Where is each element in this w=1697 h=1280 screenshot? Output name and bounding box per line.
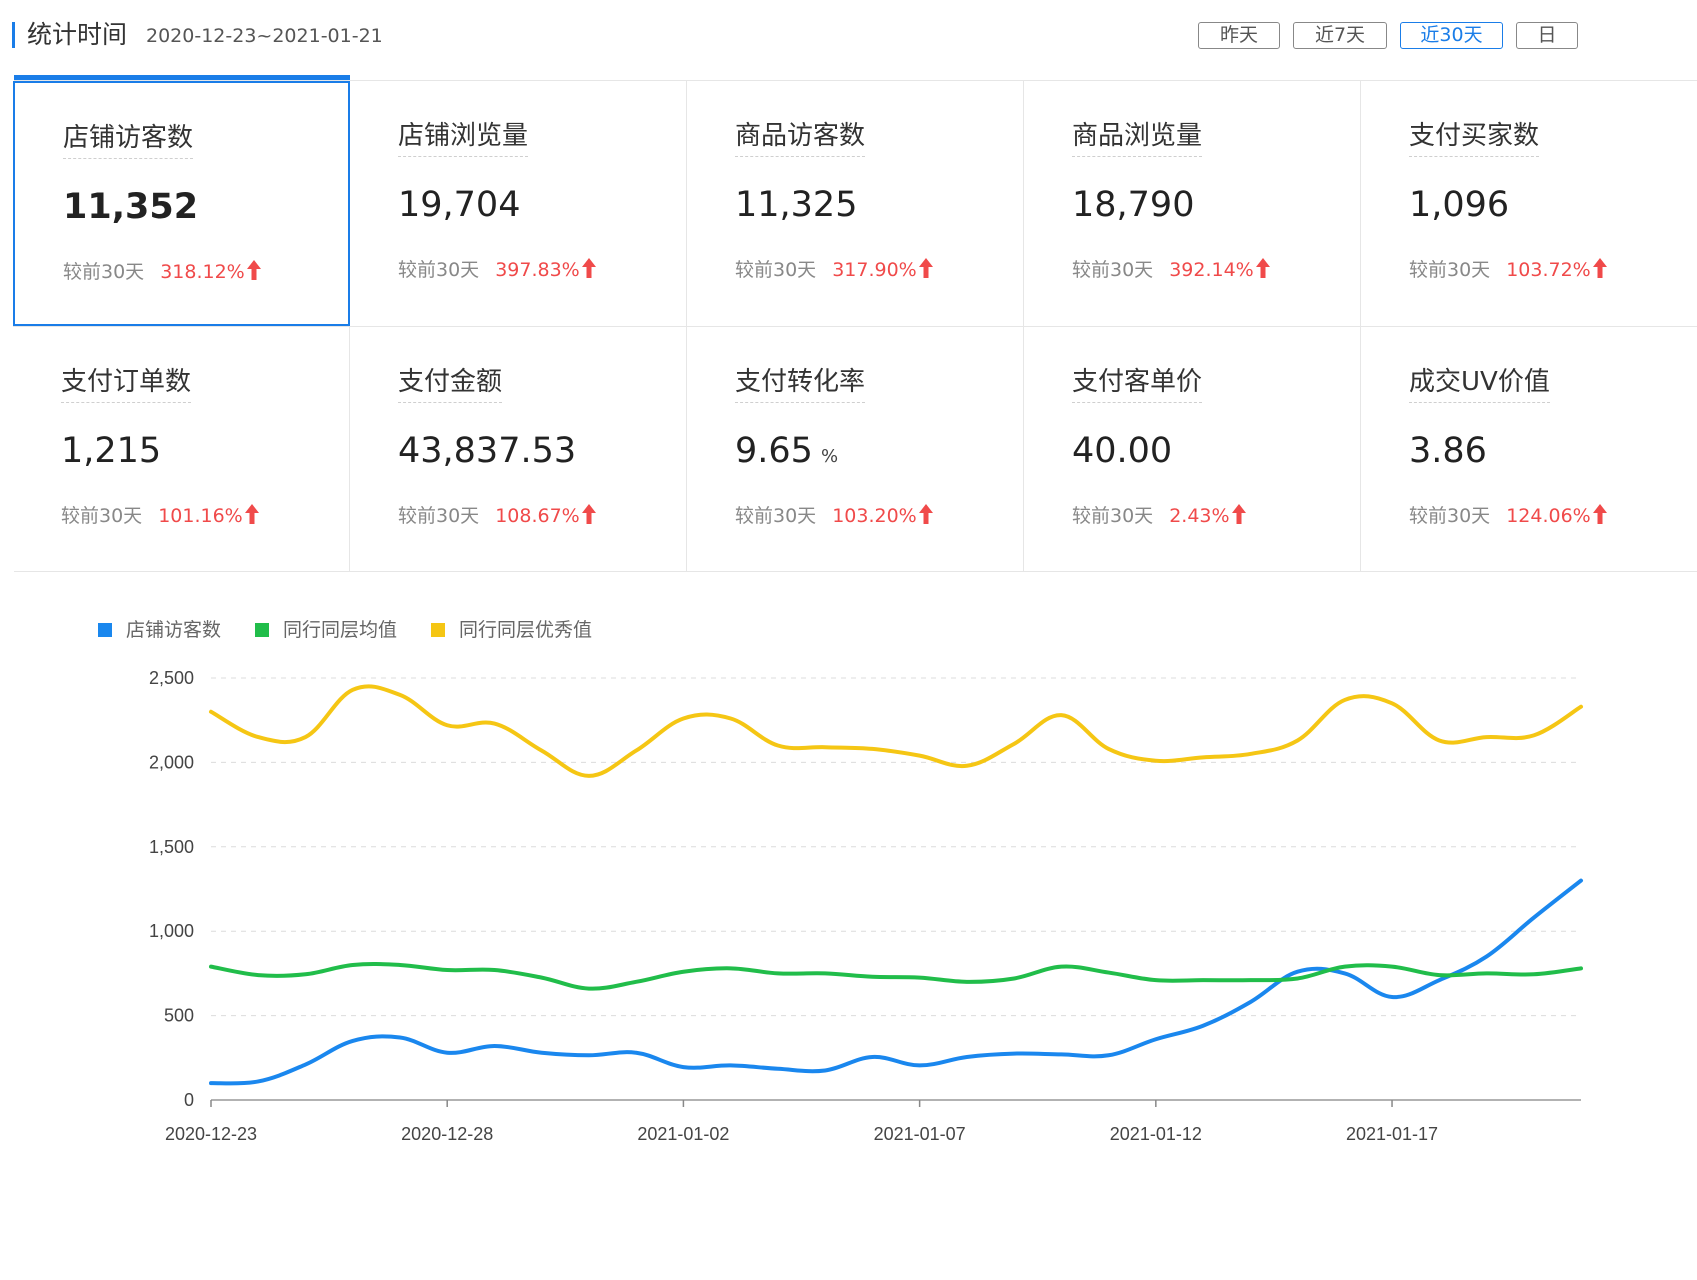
metrics-grid: 店铺访客数 11,352 较前30天 318.12% 店铺浏览量 19,704 较… [13,80,1697,572]
y-tick-label: 1,000 [149,921,194,941]
metric-compare: 较前30天 392.14% [1072,257,1270,283]
metric-card-product-pageviews[interactable]: 商品浏览量 18,790 较前30天 392.14% [1024,81,1361,326]
range-button-30days[interactable]: 近30天 [1400,22,1503,49]
y-tick-label: 2,000 [149,752,194,772]
arrow-up-icon [1592,504,1607,524]
metric-compare: 较前30天 103.72% [1409,257,1607,283]
metric-card-store-pageviews[interactable]: 店铺浏览量 19,704 较前30天 397.83% [350,81,687,326]
metric-label: 店铺浏览量 [398,119,529,157]
metric-compare: 较前30天 101.16% [61,503,259,529]
series-line-store-visitors [209,878,1583,1086]
arrow-up-icon [244,504,259,524]
trend-chart-panel: 店铺访客数 同行同层均值 同行同层优秀值 0 500 1,000 1,500 2,000… [14,572,1697,1280]
metric-value: 11,352 [63,187,199,227]
metric-value: 19,704 [398,185,521,225]
x-tick-label: 2020-12-23 [165,1124,257,1144]
x-tick-label: 2021-01-12 [1110,1124,1202,1144]
line-chart: 0 500 1,000 1,500 2,000 2,500 2020-12-23 2020-1… [149,668,1583,1144]
metric-card-avg-order-value[interactable]: 支付客单价 40.00 较前30天 2.43% [1024,326,1361,571]
metric-value: 3.86 [1409,431,1487,471]
metric-compare: 较前30天 397.83% [398,257,596,283]
metric-card-store-visitors[interactable]: 店铺访客数 11,352 较前30天 318.12% [13,81,350,326]
arrow-up-icon [918,504,933,524]
x-tick-label: 2020-12-28 [401,1124,493,1144]
x-tick-label: 2021-01-02 [637,1124,729,1144]
metric-compare: 较前30天 103.20% [735,503,933,529]
arrow-up-icon [1592,258,1607,278]
metric-label: 成交UV价值 [1409,365,1550,403]
metric-compare: 较前30天 318.12% [63,259,261,285]
metric-value: 43,837.53 [398,431,577,471]
stats-time-title: 统计时间 [27,20,128,49]
arrow-up-icon [1255,258,1270,278]
metric-value: 1,215 [61,431,162,471]
metric-card-uv-value[interactable]: 成交UV价值 3.86 较前30天 124.06% [1361,326,1697,571]
arrow-up-icon [918,258,933,278]
header-accent-bar [12,22,15,48]
metric-label: 支付买家数 [1409,119,1540,157]
x-tick-label: 2021-01-07 [874,1124,966,1144]
metric-card-payment-amount[interactable]: 支付金额 43,837.53 较前30天 108.67% [350,326,687,571]
arrow-up-icon [1231,504,1246,524]
date-range-text: 2020-12-23~2021-01-21 [146,25,383,47]
metric-compare: 较前30天 108.67% [398,503,596,529]
y-tick-label: 1,500 [149,837,194,857]
arrow-up-icon [581,504,596,524]
y-tick-label: 500 [164,1006,194,1026]
metric-label: 店铺访客数 [63,121,194,159]
metric-label: 支付转化率 [735,365,866,403]
metric-value: 9.65% [735,431,839,471]
metric-label: 商品访客数 [735,119,866,157]
metric-label: 支付金额 [398,365,503,403]
range-button-day[interactable]: 日 [1516,22,1578,49]
arrow-up-icon [581,258,596,278]
metric-value: 18,790 [1072,185,1195,225]
range-button-yesterday[interactable]: 昨天 [1198,22,1280,49]
metric-value: 11,325 [735,185,858,225]
arrow-up-icon [246,260,261,280]
metric-label: 支付客单价 [1072,365,1203,403]
stats-header: 统计时间 2020-12-23~2021-01-21 昨天 近7天 近30天 日 [0,0,1697,72]
x-tick-label: 2021-01-17 [1346,1124,1438,1144]
metric-card-paid-orders[interactable]: 支付订单数 1,215 较前30天 101.16% [13,326,350,571]
metric-compare: 较前30天 124.06% [1409,503,1607,529]
y-tick-label: 0 [184,1090,194,1110]
metric-card-product-visitors[interactable]: 商品访客数 11,325 较前30天 317.90% [687,81,1024,326]
metric-label: 支付订单数 [61,365,192,403]
metric-compare: 较前30天 2.43% [1072,503,1246,529]
metric-card-paying-buyers[interactable]: 支付买家数 1,096 较前30天 103.72% [1361,81,1697,326]
range-button-7days[interactable]: 近7天 [1293,22,1387,49]
y-tick-label: 2,500 [149,668,194,688]
metric-value: 40.00 [1072,431,1173,471]
series-line-peer-average [209,961,1583,991]
metric-card-conversion-rate[interactable]: 支付转化率 9.65% 较前30天 103.20% [687,326,1024,571]
metric-compare: 较前30天 317.90% [735,257,933,283]
metric-value: 1,096 [1409,185,1510,225]
metric-label: 商品浏览量 [1072,119,1203,157]
